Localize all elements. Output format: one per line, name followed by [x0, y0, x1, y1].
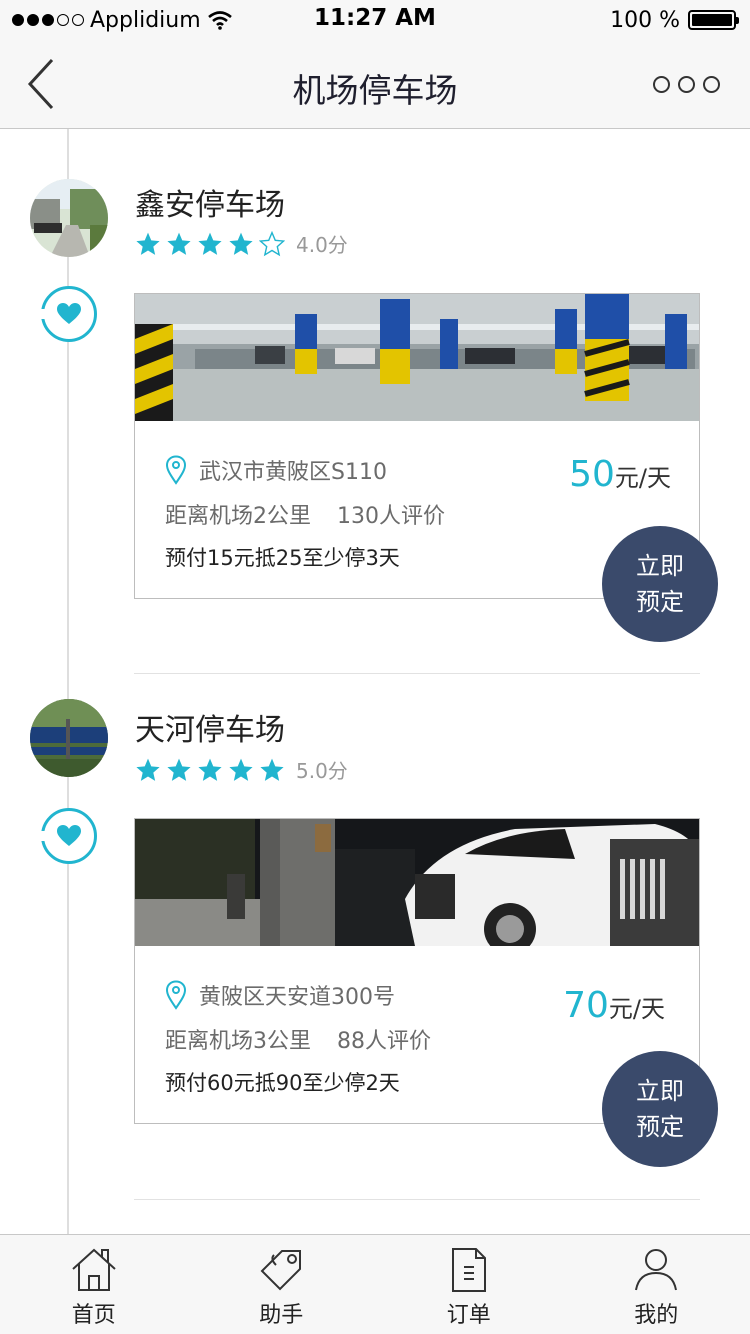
- lot-price: 70元/天: [563, 985, 665, 1026]
- lot-address: 武汉市黄陂区S110: [199, 460, 387, 485]
- lot-name[interactable]: 天河停车场: [135, 705, 285, 749]
- lot-reviews: 130人评价: [337, 504, 445, 529]
- lot-reviews: 88人评价: [337, 1029, 431, 1054]
- user-icon: [635, 1249, 678, 1291]
- lot-address-row: 黄陂区天安道300号: [165, 979, 395, 1011]
- tag-icon: [260, 1250, 302, 1291]
- document-icon: [451, 1248, 486, 1292]
- lot-name[interactable]: 鑫安停车场: [135, 180, 285, 224]
- lot-promo: 预付60元抵90至少停2天: [165, 1071, 400, 1095]
- tab-me[interactable]: 我的: [563, 1235, 750, 1334]
- favorite-button[interactable]: [38, 286, 97, 342]
- page-title: 机场停车场: [292, 71, 458, 110]
- battery-icon: [688, 10, 739, 30]
- tab-orders[interactable]: 订单: [375, 1235, 563, 1334]
- star-filled-icon: [136, 232, 160, 255]
- favorite-button[interactable]: [38, 808, 97, 864]
- lot-promo: 预付15元抵25至少停3天: [165, 546, 400, 570]
- star-filled-icon: [229, 758, 253, 781]
- rating-stars: 4.0分: [135, 229, 348, 258]
- lot-address-row: 武汉市黄陂区S110: [165, 454, 387, 486]
- star-filled-icon: [229, 232, 253, 255]
- book-now-label-1: 立即: [636, 1077, 684, 1105]
- heart-icon: [57, 825, 81, 846]
- tab-label: 首页: [71, 1303, 116, 1328]
- location-pin-icon: [165, 980, 187, 1010]
- lot-distance-row: 距离机场3公里 88人评价: [165, 1023, 431, 1055]
- book-now-button[interactable]: 立即 预定: [602, 1051, 718, 1167]
- tab-label: 订单: [446, 1303, 491, 1328]
- tab-assistant[interactable]: 助手: [188, 1235, 376, 1334]
- tab-label: 助手: [259, 1303, 304, 1328]
- book-now-label-1: 立即: [636, 552, 684, 580]
- home-icon: [72, 1248, 116, 1291]
- book-now-label-2: 预定: [636, 1113, 684, 1141]
- star-filled-icon: [260, 758, 284, 781]
- lot-card[interactable]: 黄陂区天安道300号 距离机场3公里 88人评价 预付60元抵90至少停2天 70…: [134, 818, 718, 1167]
- more-options-icon[interactable]: [653, 76, 720, 93]
- star-filled-icon: [136, 758, 160, 781]
- battery-status: 100 %: [610, 5, 739, 35]
- tab-label: 我的: [634, 1303, 679, 1328]
- lot-price-unit: 元/天: [608, 995, 665, 1023]
- rating-score: 4.0分: [296, 233, 348, 257]
- rating-score: 5.0分: [296, 759, 348, 783]
- lot-photo: [135, 819, 699, 946]
- star-filled-icon: [198, 232, 222, 255]
- book-now-button[interactable]: 立即 预定: [602, 526, 718, 642]
- lot-distance: 距离机场3公里: [165, 1029, 311, 1054]
- star-empty-icon: [259, 230, 285, 256]
- lot-photo: [135, 294, 699, 421]
- location-pin-icon: [165, 455, 187, 485]
- tab-home[interactable]: 首页: [0, 1235, 188, 1334]
- status-bar: Applidium 11:27 AM 100 %: [0, 0, 750, 40]
- lot-price: 50元/天: [569, 454, 671, 495]
- lot-distance: 距离机场2公里: [165, 504, 311, 529]
- star-filled-icon: [167, 758, 191, 781]
- battery-percent: 100 %: [610, 7, 680, 33]
- lot-card[interactable]: 武汉市黄陂区S110 距离机场2公里 130人评价 预付15元抵25至少停3天 5…: [134, 293, 718, 642]
- tab-bar: 首页 助手 订单 我的: [0, 1234, 750, 1334]
- star-filled-icon: [198, 758, 222, 781]
- lot-avatar: [30, 699, 108, 777]
- lot-price-number: 70: [563, 985, 609, 1026]
- section-divider: [134, 673, 700, 674]
- star-filled-icon: [167, 232, 191, 255]
- heart-icon: [57, 303, 81, 324]
- rating-stars: 5.0分: [135, 755, 348, 784]
- navigation-bar: 机场停车场: [0, 40, 750, 129]
- lot-distance-row: 距离机场2公里 130人评价: [165, 498, 445, 530]
- book-now-label-2: 预定: [636, 588, 684, 616]
- section-divider: [134, 1199, 700, 1200]
- lot-avatar: [30, 179, 108, 257]
- lot-price-number: 50: [569, 454, 615, 495]
- lot-price-unit: 元/天: [614, 464, 671, 492]
- lot-address: 黄陂区天安道300号: [199, 985, 395, 1010]
